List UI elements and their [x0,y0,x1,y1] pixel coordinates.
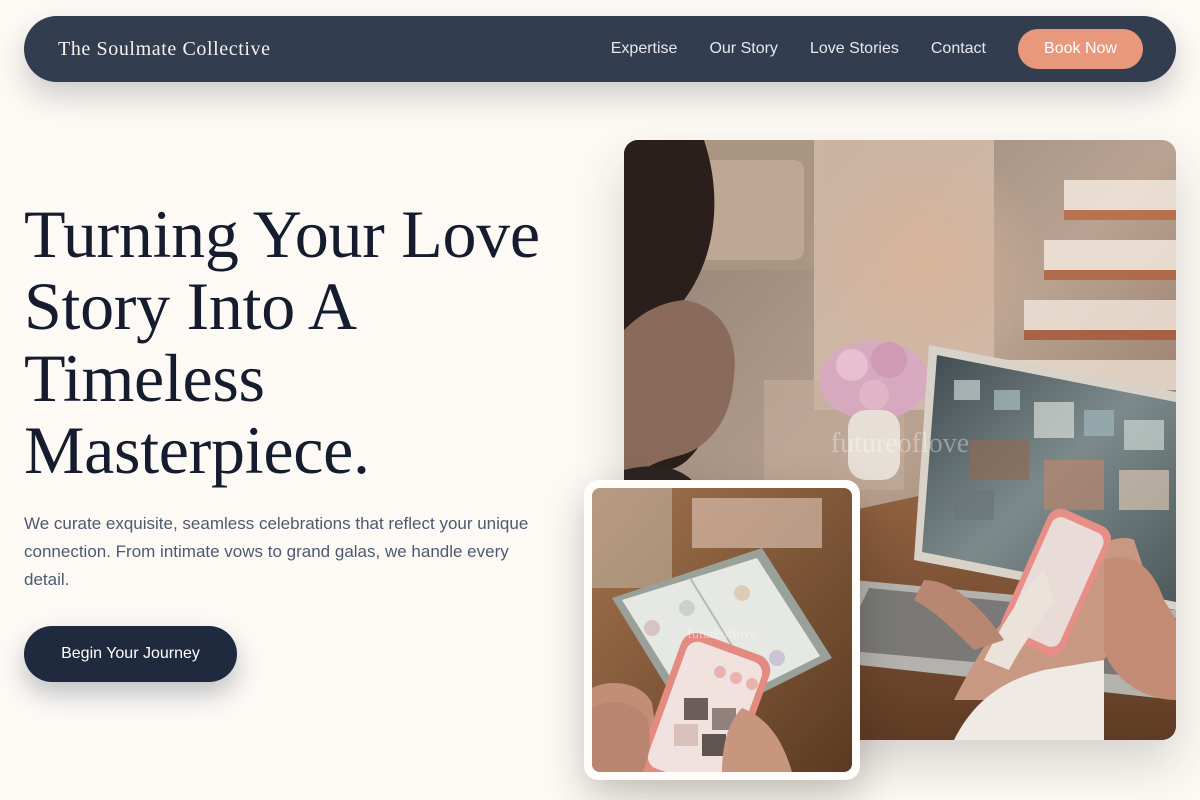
begin-journey-button[interactable]: Begin Your Journey [24,626,237,682]
hero-subtext: We curate exquisite, seamless celebratio… [24,514,529,589]
nav-link-contact[interactable]: Contact [931,40,986,58]
nav-links: Expertise Our Story Love Stories Contact… [611,29,1143,69]
nav-link-love-stories[interactable]: Love Stories [810,40,899,58]
hero-secondary-photo-card: futureoflove [584,480,860,780]
brand-logo[interactable]: The Soulmate Collective [58,16,271,82]
top-navbar: The Soulmate Collective Expertise Our St… [24,16,1176,82]
nav-link-expertise[interactable]: Expertise [611,40,678,58]
hero-secondary-photo: futureoflove [592,488,852,772]
nav-link-our-story[interactable]: Our Story [709,40,777,58]
secondary-photo-watermark: futureoflove [687,627,756,642]
hero-headline: Turning Your Love Story Into A Timeless … [24,196,540,488]
book-now-button[interactable]: Book Now [1018,29,1143,69]
planning-photo-phone: futureoflove [592,488,852,772]
main-photo-watermark: futureoflove [831,428,969,459]
